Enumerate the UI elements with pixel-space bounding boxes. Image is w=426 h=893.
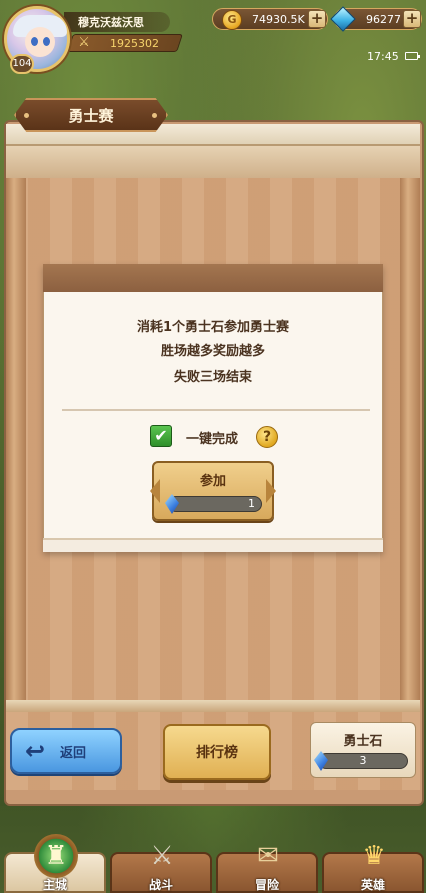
nav-label-battle: 战斗 <box>148 878 173 892</box>
nav-label-main-city: 主城 <box>42 878 67 892</box>
ranking-button-label: 排行榜 <box>196 745 238 761</box>
battery-icon <box>405 52 420 60</box>
crossed-swords-icon: ⚔ <box>150 841 174 871</box>
rule-text-end: 失败三场结束 <box>173 370 252 385</box>
warrior-stone-label: 勇士石 <box>343 734 383 749</box>
player-power: 1925302 <box>110 37 159 50</box>
back-button-label: 返回 <box>60 746 87 761</box>
panel-bottom-rail <box>6 700 420 712</box>
panel-top-beam <box>6 146 420 178</box>
dialog-divider <box>62 409 370 411</box>
gold-amount: 74930.5K <box>252 13 305 26</box>
back-arrow-icon: ↩ <box>24 737 46 765</box>
nav-label-adventure: 冒险 <box>254 878 279 892</box>
hero-crest-icon: ♛ <box>362 841 386 871</box>
right-pillar <box>400 178 420 706</box>
dialog-footer <box>43 538 383 552</box>
player-name: 穆克沃兹沃思 <box>78 16 144 29</box>
gem-amount: 96277 <box>366 13 401 26</box>
crossed-swords-power-icon: ⚔ <box>78 35 90 50</box>
scroll-map-icon: ✉ <box>257 841 279 871</box>
rule-text-rewards: 胜场越多奖励越多 <box>160 344 265 359</box>
player-avatar[interactable]: 104 <box>4 6 74 76</box>
join-button-label: 参加 <box>199 474 226 489</box>
auto-complete-checkbox[interactable]: ✔ <box>150 425 172 447</box>
add-gems-button[interactable]: + <box>403 10 421 28</box>
left-pillar <box>6 178 26 706</box>
page-title: 勇士赛 <box>68 107 114 125</box>
status-clock: 17:45 <box>367 50 399 63</box>
help-question-icon[interactable]: ? <box>256 426 278 448</box>
rule-text-cost: 消耗1个勇士石参加勇士赛 <box>136 320 290 335</box>
join-cost-value: 1 <box>248 497 255 510</box>
auto-complete-label: 一键完成 <box>186 432 239 447</box>
nav-label-heroes: 英雄 <box>360 878 385 892</box>
gold-coin-icon: G <box>222 10 242 30</box>
dialog-header-band <box>43 264 383 292</box>
castle-icon: ♜ <box>34 834 78 878</box>
warrior-stone-count: 3 <box>359 754 367 767</box>
player-level-badge: 104 <box>10 54 34 74</box>
add-gold-button[interactable]: + <box>308 10 326 28</box>
